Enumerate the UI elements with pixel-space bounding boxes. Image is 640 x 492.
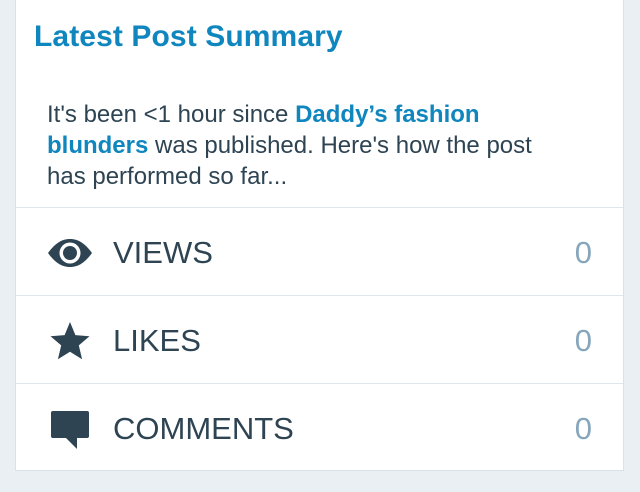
- card-title: Latest Post Summary: [34, 20, 343, 53]
- stat-row-views: VIEWS 0: [16, 207, 623, 295]
- summary-text: It's been <1 hour since Daddy’s fashion …: [47, 99, 567, 192]
- latest-post-summary-card: Latest Post Summary It's been <1 hour si…: [15, 0, 624, 471]
- stat-value-views: 0: [574, 235, 592, 270]
- stat-label-likes: LIKES: [113, 323, 201, 358]
- comment-icon: [51, 411, 89, 449]
- star-icon: [50, 322, 90, 360]
- stat-row-comments: COMMENTS 0: [16, 383, 623, 471]
- stat-value-comments: 0: [574, 411, 592, 446]
- stat-row-likes: LIKES 0: [16, 295, 623, 383]
- stat-value-likes: 0: [574, 323, 592, 358]
- summary-prefix: It's been <1 hour since: [47, 101, 296, 128]
- stat-label-comments: COMMENTS: [113, 411, 294, 446]
- eye-icon: [48, 239, 92, 267]
- stat-label-views: VIEWS: [113, 235, 213, 270]
